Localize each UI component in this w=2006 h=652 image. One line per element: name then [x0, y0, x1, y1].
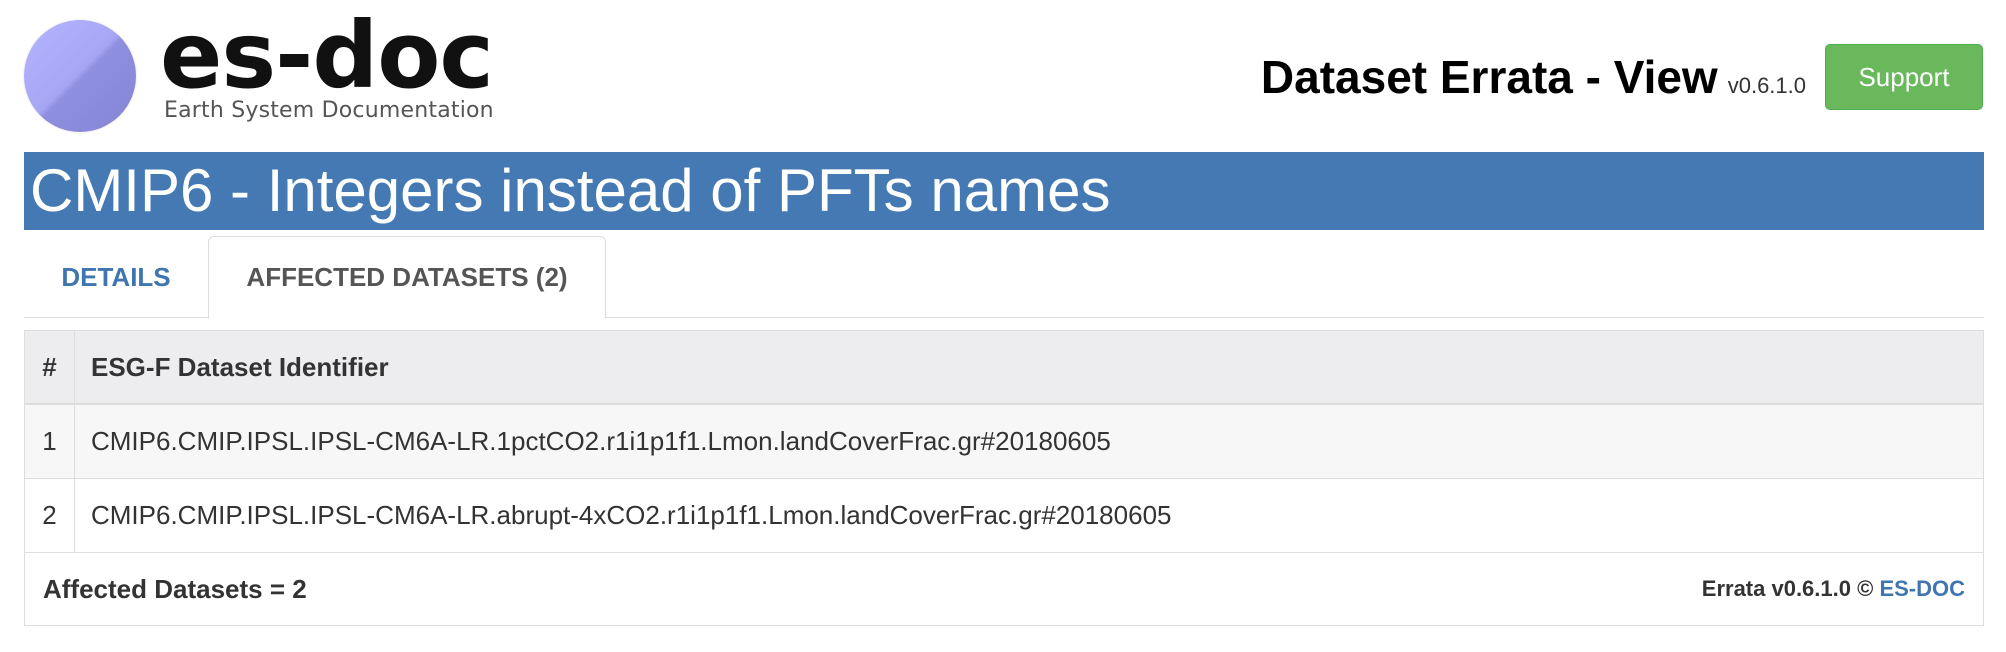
- row-index: 1: [25, 405, 75, 478]
- table-row[interactable]: 1 CMIP6.CMIP.IPSL.IPSL-CM6A-LR.1pctCO2.r…: [25, 405, 1983, 479]
- dataset-identifier[interactable]: CMIP6.CMIP.IPSL.IPSL-CM6A-LR.1pctCO2.r1i…: [75, 405, 1983, 478]
- tab-affected-datasets[interactable]: AFFECTED DATASETS (2): [208, 236, 606, 319]
- tab-bar: DETAILS AFFECTED DATASETS (2): [24, 236, 1984, 319]
- tab-details[interactable]: DETAILS: [24, 236, 208, 318]
- footer-credit-text: Errata v0.6.1.0 ©: [1701, 576, 1874, 601]
- column-header-identifier: ESG-F Dataset Identifier: [91, 351, 389, 382]
- row-index: 2: [25, 479, 75, 552]
- es-doc-logo-icon[interactable]: [24, 20, 136, 132]
- errata-view-page: es-doc Earth System Documentation Datase…: [0, 0, 2006, 652]
- version-label: v0.6.1.0: [1727, 73, 1806, 98]
- affected-count: Affected Datasets = 2: [43, 573, 307, 604]
- es-doc-link[interactable]: ES-DOC: [1879, 576, 1965, 601]
- table-header-row: # ESG-F Dataset Identifier: [25, 331, 1983, 405]
- errata-title-banner: CMIP6 - Integers instead of PFTs names: [24, 152, 1984, 230]
- header: es-doc Earth System Documentation Datase…: [0, 0, 2006, 150]
- dataset-identifier[interactable]: CMIP6.CMIP.IPSL.IPSL-CM6A-LR.abrupt-4xCO…: [75, 479, 1983, 552]
- support-button[interactable]: Support: [1825, 44, 1983, 110]
- affected-datasets-table: # ESG-F Dataset Identifier 1 CMIP6.CMIP.…: [24, 330, 1984, 626]
- logo-wordmark[interactable]: es-doc: [160, 6, 494, 106]
- footer-credit: Errata v0.6.1.0 © ES-DOC: [1702, 576, 1965, 602]
- logo-tagline: Earth System Documentation: [164, 98, 494, 123]
- column-header-index: #: [25, 331, 75, 403]
- table-row[interactable]: 2 CMIP6.CMIP.IPSL.IPSL-CM6A-LR.abrupt-4x…: [25, 479, 1983, 553]
- table-footer: Affected Datasets = 2 Errata v0.6.1.0 © …: [25, 553, 1983, 625]
- page-title: Dataset Errata - View: [1260, 51, 1718, 103]
- page-heading: Dataset Errata - View v0.6.1.0: [1261, 50, 1806, 104]
